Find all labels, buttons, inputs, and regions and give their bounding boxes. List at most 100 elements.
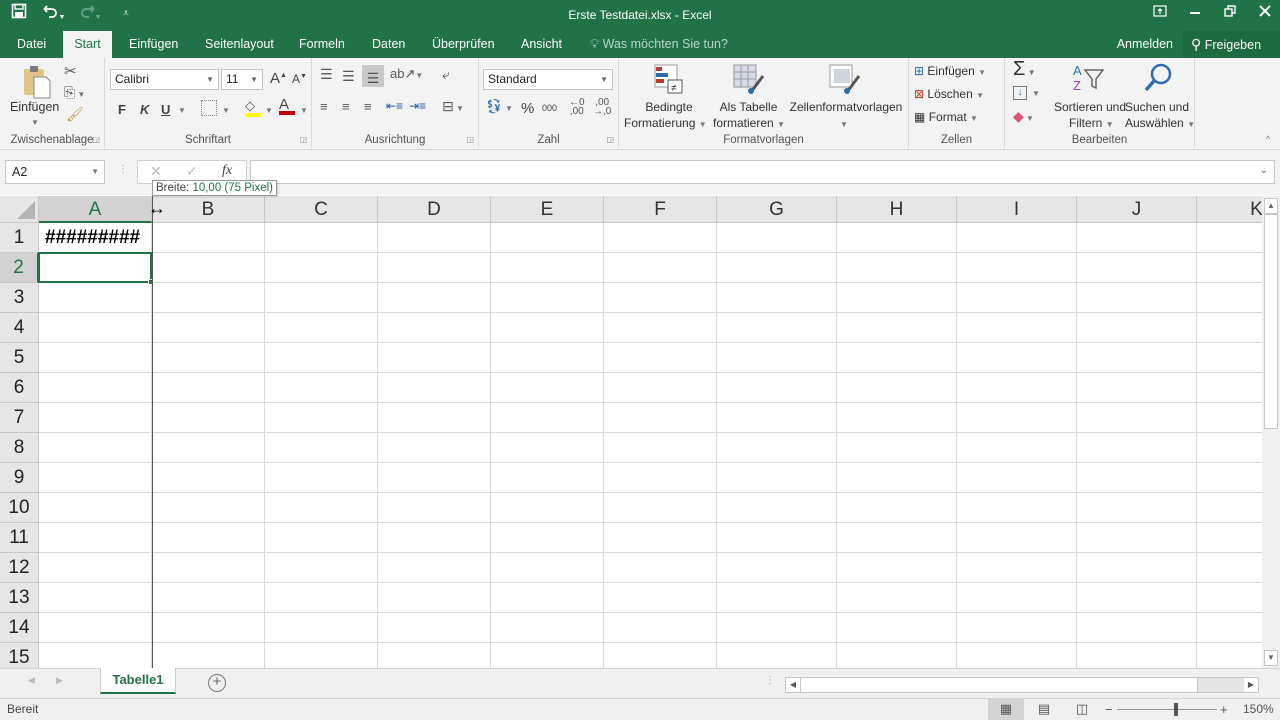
- hscroll-grip-icon[interactable]: ⋮: [765, 675, 775, 686]
- font-color-dropdown-icon[interactable]: ▼: [300, 106, 308, 115]
- paste-button[interactable]: Einfügen ▼: [10, 62, 62, 134]
- zoom-in-icon[interactable]: +: [1220, 702, 1228, 717]
- cell-d9[interactable]: [378, 463, 491, 493]
- cell-i6[interactable]: [957, 373, 1077, 403]
- cell-g14[interactable]: [717, 613, 837, 643]
- cell-c3[interactable]: [265, 283, 378, 313]
- cell-a8[interactable]: [39, 433, 152, 463]
- number-format-combo[interactable]: Standard ▼: [483, 69, 613, 90]
- cell-h8[interactable]: [837, 433, 957, 463]
- cell-f12[interactable]: [604, 553, 717, 583]
- cell-d6[interactable]: [378, 373, 491, 403]
- clipboard-launcher-icon[interactable]: ◲: [92, 135, 100, 144]
- cell-j1[interactable]: [1077, 223, 1197, 253]
- cut-icon[interactable]: ✂: [64, 62, 77, 80]
- font-launcher-icon[interactable]: ◲: [299, 135, 307, 144]
- tab-ueberpruefen[interactable]: Überprüfen: [420, 31, 507, 58]
- row-header-1[interactable]: 1: [0, 223, 39, 253]
- italic-button[interactable]: K: [140, 102, 149, 117]
- cell-b14[interactable]: [152, 613, 265, 643]
- cell-c12[interactable]: [265, 553, 378, 583]
- cell-j8[interactable]: [1077, 433, 1197, 463]
- cell-i3[interactable]: [957, 283, 1077, 313]
- row-header-5[interactable]: 5: [0, 343, 39, 373]
- cell-i11[interactable]: [957, 523, 1077, 553]
- tab-einfuegen[interactable]: Einfügen: [117, 31, 190, 58]
- cell-j5[interactable]: [1077, 343, 1197, 373]
- cell-b6[interactable]: [152, 373, 265, 403]
- cell-e2[interactable]: [491, 253, 604, 283]
- tab-start[interactable]: Start: [63, 31, 112, 58]
- cell-c9[interactable]: [265, 463, 378, 493]
- collapse-ribbon-icon[interactable]: ^: [1266, 134, 1270, 144]
- cell-e4[interactable]: [491, 313, 604, 343]
- borders-dropdown-icon[interactable]: ▼: [222, 106, 230, 115]
- cell-e6[interactable]: [491, 373, 604, 403]
- cell-a15[interactable]: [39, 643, 152, 668]
- cell-h13[interactable]: [837, 583, 957, 613]
- tab-ansicht[interactable]: Ansicht: [509, 31, 574, 58]
- column-header-c[interactable]: C: [265, 196, 378, 223]
- cell-g1[interactable]: [717, 223, 837, 253]
- fill-down-icon[interactable]: ↓: [1013, 86, 1027, 100]
- fill-dropdown-icon[interactable]: ▼: [265, 106, 273, 115]
- column-header-h[interactable]: H: [837, 196, 957, 223]
- zoom-out-icon[interactable]: −: [1105, 702, 1113, 717]
- tab-seitenlayout[interactable]: Seitenlayout: [193, 31, 286, 58]
- cell-j11[interactable]: [1077, 523, 1197, 553]
- cell-a13[interactable]: [39, 583, 152, 613]
- cell-f14[interactable]: [604, 613, 717, 643]
- cell-j15[interactable]: [1077, 643, 1197, 668]
- align-middle-icon[interactable]: ☰: [342, 68, 355, 85]
- cell-h3[interactable]: [837, 283, 957, 313]
- cell-g3[interactable]: [717, 283, 837, 313]
- decrease-indent-icon[interactable]: ⇤≡: [386, 99, 403, 113]
- increase-indent-icon[interactable]: ⇥≡: [409, 99, 426, 113]
- cell-k3[interactable]: [1197, 283, 1262, 313]
- cell-styles-button[interactable]: Zellenformatvorlagen ▼: [787, 62, 905, 132]
- cell-b5[interactable]: [152, 343, 265, 373]
- cell-d8[interactable]: [378, 433, 491, 463]
- paste-dropdown-icon[interactable]: ▼: [31, 118, 39, 127]
- format-painter-icon[interactable]: 🖌︎: [66, 106, 84, 123]
- cell-k1[interactable]: [1197, 223, 1262, 253]
- cell-d2[interactable]: [378, 253, 491, 283]
- row-header-2[interactable]: 2: [0, 253, 39, 283]
- cell-e5[interactable]: [491, 343, 604, 373]
- cell-k5[interactable]: [1197, 343, 1262, 373]
- cell-k8[interactable]: [1197, 433, 1262, 463]
- cell-b7[interactable]: [152, 403, 265, 433]
- cell-g10[interactable]: [717, 493, 837, 523]
- cell-i8[interactable]: [957, 433, 1077, 463]
- cell-g15[interactable]: [717, 643, 837, 668]
- cell-c11[interactable]: [265, 523, 378, 553]
- prev-sheet-icon[interactable]: ◀: [28, 675, 35, 686]
- cell-h14[interactable]: [837, 613, 957, 643]
- sort-filter-button[interactable]: AZ Sortieren und Filtern ▼: [1046, 62, 1134, 132]
- cell-b9[interactable]: [152, 463, 265, 493]
- sheet-tab-tabelle1[interactable]: Tabelle1: [100, 668, 176, 694]
- cell-g9[interactable]: [717, 463, 837, 493]
- cell-b4[interactable]: [152, 313, 265, 343]
- cell-e3[interactable]: [491, 283, 604, 313]
- cell-f13[interactable]: [604, 583, 717, 613]
- horizontal-scrollbar[interactable]: ◀ ▶: [785, 677, 1259, 693]
- cell-h6[interactable]: [837, 373, 957, 403]
- cell-f1[interactable]: [604, 223, 717, 253]
- cell-c1[interactable]: [265, 223, 378, 253]
- cell-d1[interactable]: [378, 223, 491, 253]
- cell-d15[interactable]: [378, 643, 491, 668]
- cell-b2[interactable]: [152, 253, 265, 283]
- cell-a2[interactable]: [39, 253, 152, 283]
- formula-input[interactable]: ⌄: [250, 160, 1275, 184]
- cell-k13[interactable]: [1197, 583, 1262, 613]
- cell-g11[interactable]: [717, 523, 837, 553]
- align-left-icon[interactable]: ≡: [320, 99, 328, 114]
- format-cells-button[interactable]: ▦ Format ▼: [914, 110, 978, 124]
- cell-k10[interactable]: [1197, 493, 1262, 523]
- orientation-icon[interactable]: ab↗▼: [390, 66, 423, 82]
- cell-g8[interactable]: [717, 433, 837, 463]
- cell-i1[interactable]: [957, 223, 1077, 253]
- cell-d13[interactable]: [378, 583, 491, 613]
- autosum-button[interactable]: Σ ▼: [1013, 58, 1036, 81]
